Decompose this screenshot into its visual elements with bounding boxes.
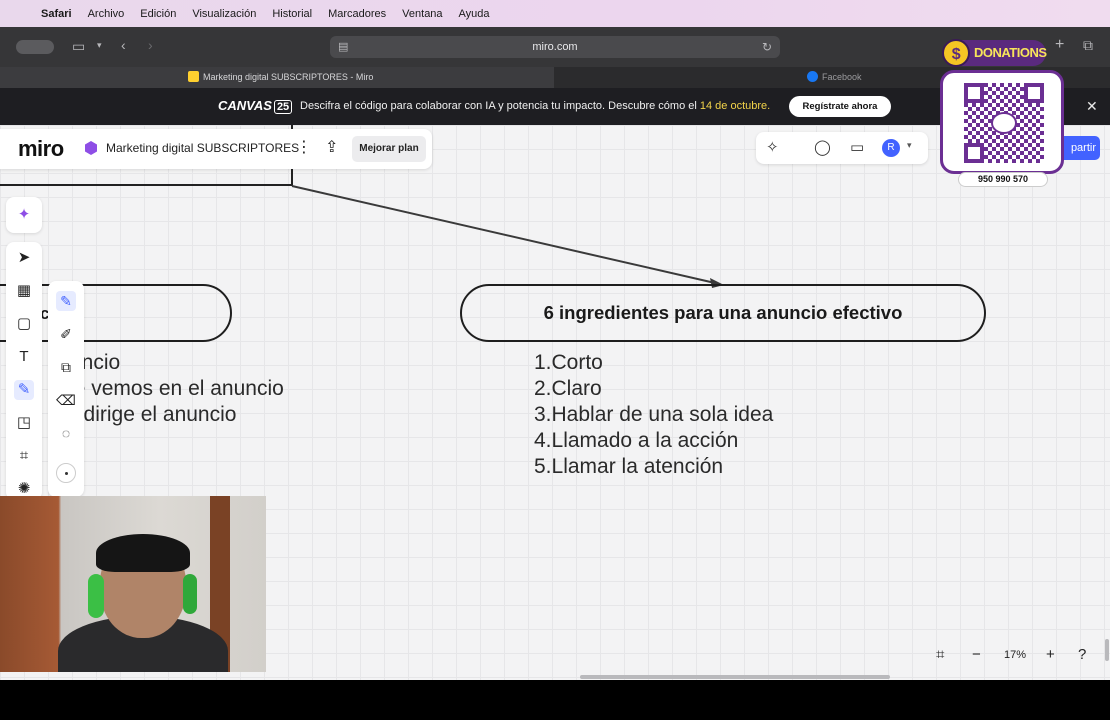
person-hair [96,534,190,572]
dollar-coin-icon: $ [942,39,970,67]
menu-ayuda[interactable]: Ayuda [459,8,490,20]
templates-icon[interactable]: ▦ [14,281,34,301]
headset-icon [88,574,104,618]
video-icon[interactable]: ▭ [850,138,864,156]
zoom-out-icon[interactable]: − [972,646,981,663]
left-list-item: e dirige el anuncio [66,403,237,426]
list-item: 4.Llamado a la acción [534,429,739,452]
new-tab-icon[interactable]: + [1055,36,1064,54]
menu-app[interactable]: Safari [41,8,72,20]
list-item: 2.Claro [534,377,602,400]
menu-marcadores[interactable]: Marcadores [328,8,386,20]
horizontal-scrollbar[interactable] [580,675,890,679]
lasso-icon[interactable]: ◌ [56,423,76,443]
miro-header: miro Marketing digital SUBSCRIPTORES ⋮ ⇪… [0,129,432,169]
pen-options-panel: ✎ ✐ ⧉ ⌫ ◌ [48,281,84,497]
text-tool-icon[interactable]: T [14,347,34,367]
forward-icon[interactable]: › [148,37,153,53]
reactions-icon[interactable]: ✧ [766,138,779,156]
url-text: miro.com [532,41,578,53]
canvas-logo: CANVAS 25 [218,98,293,114]
frame-tool-icon[interactable]: ⌗ [14,446,34,466]
left-list-item: ue vemos en el anuncio [62,377,284,400]
page-icon: ▤ [338,41,349,53]
facebook-favicon-icon [807,71,818,82]
collab-toolbar: ✧ ◯ ▭ R ▾ [756,132,928,164]
eraser-icon[interactable]: ⌫ [56,390,76,410]
back-icon[interactable]: ‹ [121,37,126,53]
headset-icon [183,574,197,614]
banner-message: Descifra el código para colaborar con IA… [300,100,771,112]
vertical-scrollbar[interactable] [1105,639,1109,661]
fit-screen-icon[interactable]: ⌗ [936,646,944,663]
stroke-size-picker[interactable] [56,463,76,483]
zoom-in-icon[interactable]: + [1046,646,1055,663]
list-item: 3.Hablar de una sola idea [534,403,774,426]
pen-icon[interactable]: ✎ [56,291,76,311]
list-item: 1.Corto [534,351,603,374]
tab-overview-icon[interactable]: ⧉ [1083,37,1093,54]
list-item: 5.Llamar la atención [534,455,724,478]
mac-menubar: Safari Archivo Edición Visualización His… [0,0,1110,27]
close-icon[interactable]: ✕ [1086,98,1098,115]
upgrade-button[interactable]: Mejorar plan [352,136,426,162]
yape-logo [991,112,1017,134]
board-icon [85,141,97,155]
address-bar[interactable]: ▤ miro.com ↻ [330,36,780,58]
register-button[interactable]: Regístrate ahora [789,96,891,117]
menu-edicion[interactable]: Edición [140,8,176,20]
board-name[interactable]: Marketing digital SUBSCRIPTORES [106,141,299,155]
smart-draw-icon[interactable]: ⧉ [56,357,76,377]
banner-date: 14 de octubre. [699,100,771,112]
select-tool-icon[interactable]: ➤ [14,248,34,268]
export-icon[interactable]: ⇪ [325,137,338,157]
avatar[interactable]: R [882,139,900,157]
tool-palette: ➤ ▦ ▢ T ✎ ◳ ⌗ ✺ [6,242,42,500]
ai-sparkle-icon[interactable]: ✦ [6,197,42,233]
tab-label: Marketing digital SUBSCRIPTORES - Miro [203,72,374,82]
phone-number: 950 990 570 [958,172,1048,187]
more-options-icon[interactable]: ⋮ [296,137,312,157]
pen-tool-icon[interactable]: ✎ [14,380,34,400]
donations-badge: $ DONATIONS [942,39,1047,67]
help-icon[interactable]: ? [1078,646,1086,663]
tab-label: Facebook [822,72,862,82]
menu-historial[interactable]: Historial [272,8,312,20]
qr-code [964,83,1044,163]
window-controls[interactable] [16,40,54,54]
zoom-level[interactable]: 17% [1004,649,1026,661]
screen-bottom [0,680,1110,720]
sidebar-icon[interactable]: ▭ [72,38,85,55]
shapes-icon[interactable]: ◳ [14,413,34,433]
miro-favicon-icon [188,71,199,82]
sticky-note-icon[interactable]: ▢ [14,314,34,334]
qr-card [940,70,1064,174]
zoom-controls: ⌗ − 17% + ? [930,641,1102,671]
chat-icon[interactable]: ◯ [814,138,831,156]
chevron-down-icon[interactable]: ▾ [97,40,102,51]
menu-archivo[interactable]: Archivo [88,8,125,20]
chevron-down-icon[interactable]: ▾ [907,140,912,151]
menu-visualizacion[interactable]: Visualización [192,8,256,20]
board-title: 6 ingredientes para una anuncio efectivo [543,302,903,323]
highlighter-icon[interactable]: ✐ [56,324,76,344]
tab-miro[interactable]: Marketing digital SUBSCRIPTORES - Miro [0,67,554,88]
webcam-overlay [0,496,266,672]
reload-icon[interactable]: ↻ [762,36,772,58]
miro-logo[interactable]: miro [18,136,64,162]
menu-ventana[interactable]: Ventana [402,8,442,20]
